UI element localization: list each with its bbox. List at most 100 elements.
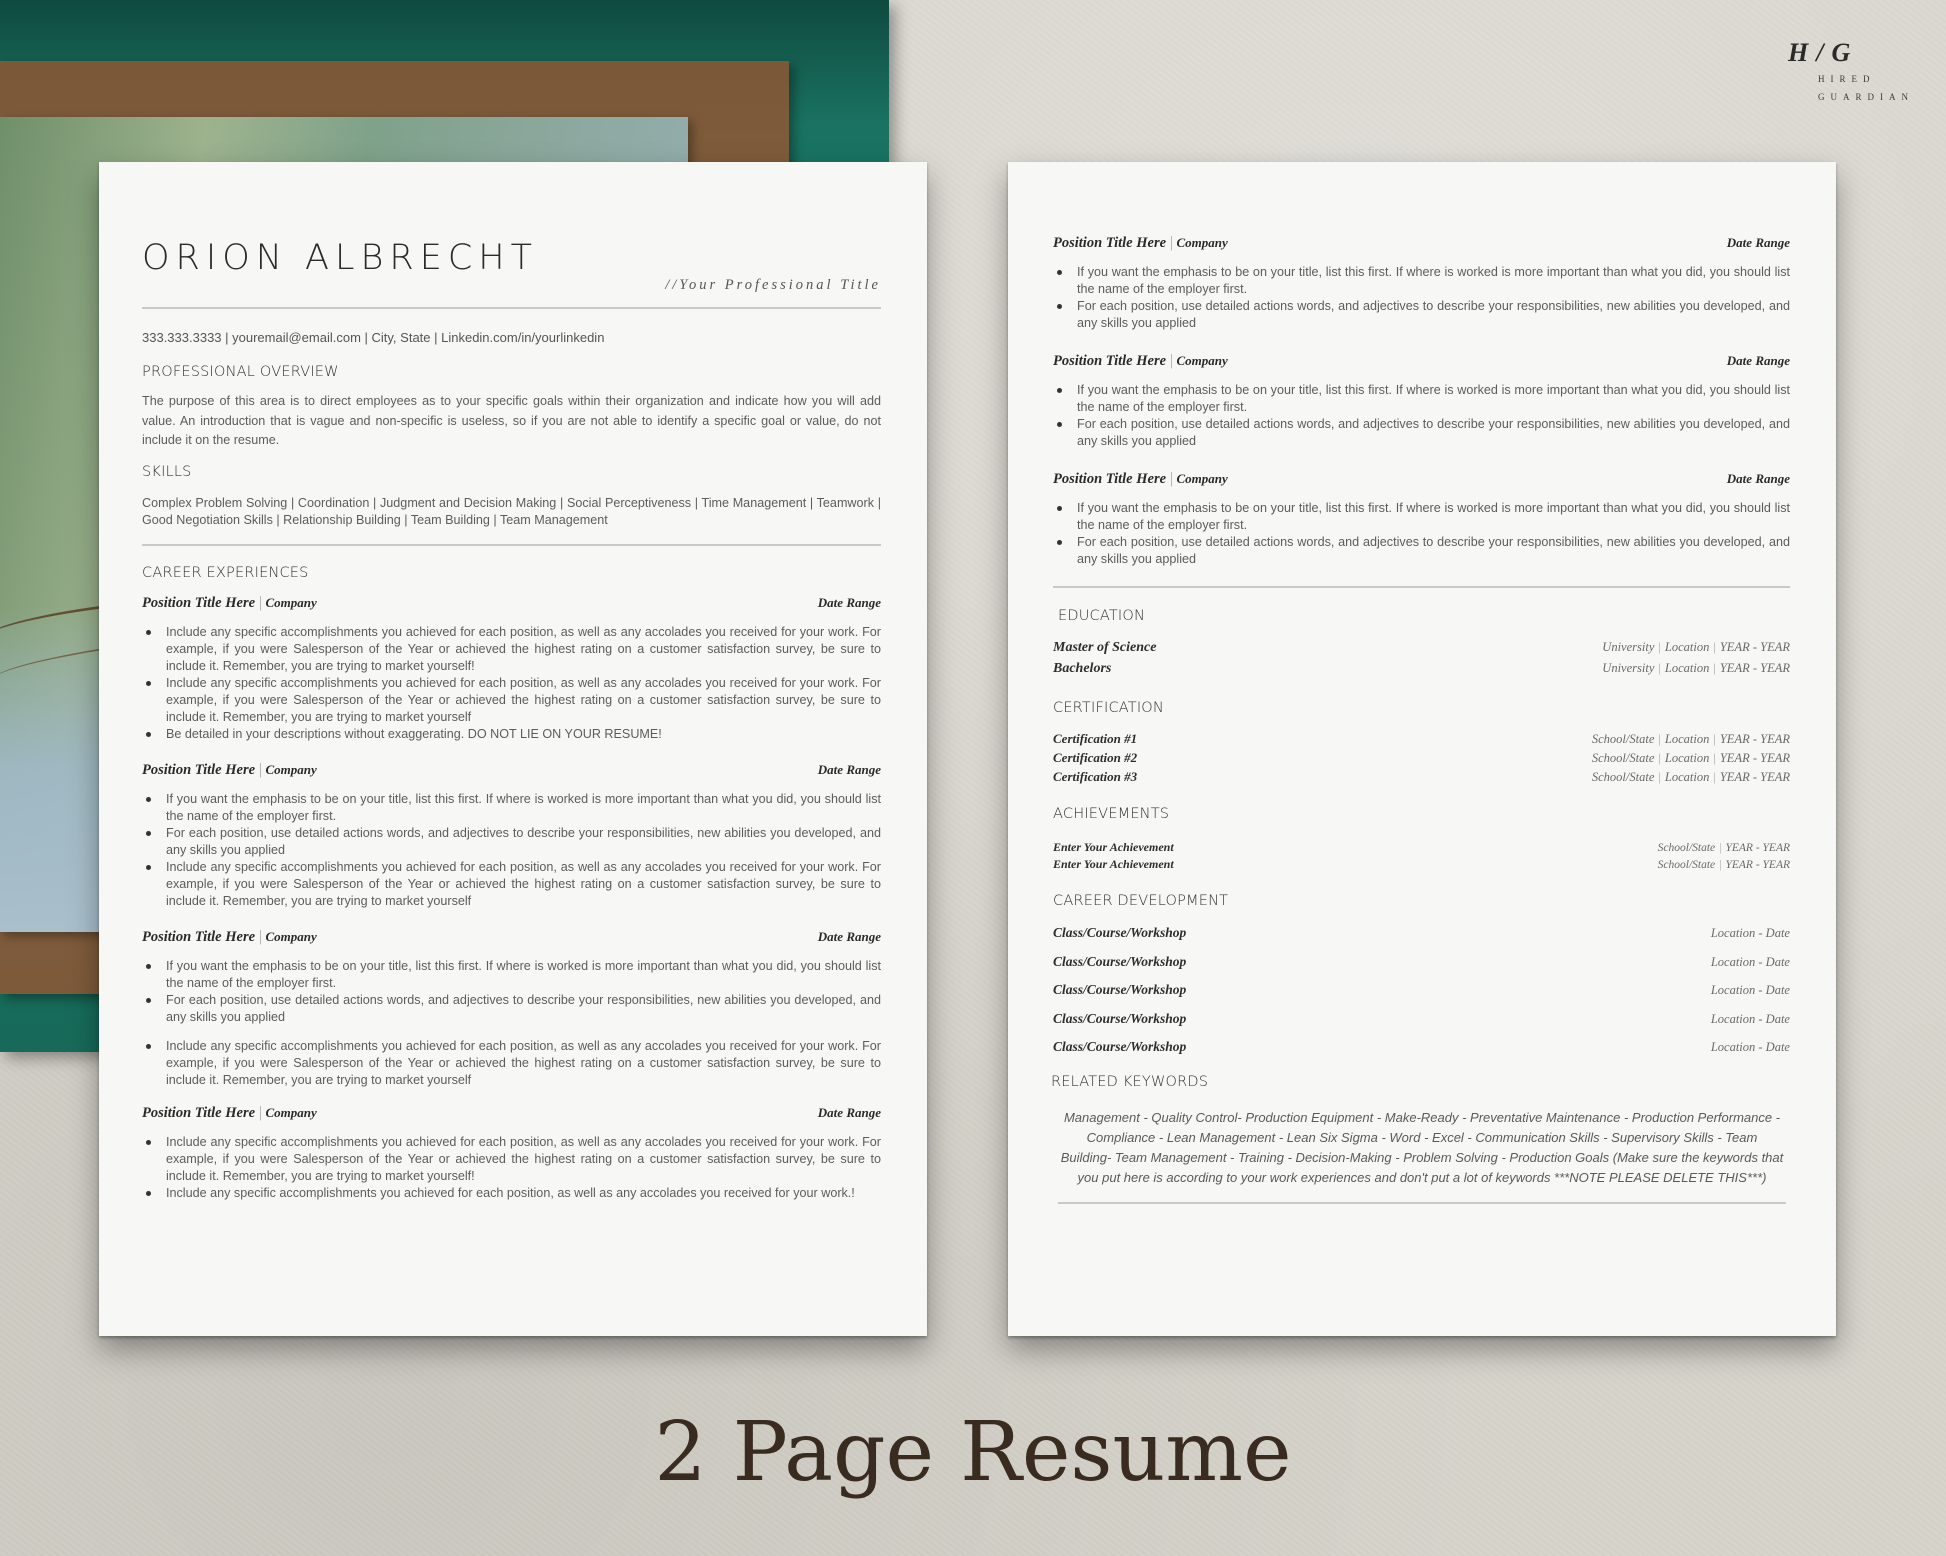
course-name: Class/Course/Workshop [1053,982,1187,997]
job-bullet: For each position, use detailed actions … [1053,298,1790,332]
certification-item: Certification #1 School/State | Location | Y… [1053,731,1790,746]
job-title: Position Title Here [1053,471,1167,487]
school-name: University [1602,640,1655,654]
logo-monogram: H/G [1788,38,1859,67]
job-header: Position Title Here | Company Date Range [142,761,881,778]
cert-location: Location [1664,770,1710,784]
job-bullet: If you want the emphasis to be on your t… [142,791,881,825]
resume-page-2: Position Title Here | Company Date Range I… [1008,162,1836,1336]
job-header: Position Title Here | Company Date Range [1053,234,1790,251]
certification-name: Certification #1 [1053,731,1138,746]
job-title: Position Title Here [142,762,256,778]
job-bullet: If you want the emphasis to be on your t… [1053,500,1790,534]
job-bullets: If you want the emphasis to be on your t… [1053,500,1790,568]
job-header: Position Title Here | Company Date Range [142,1104,881,1121]
logo-text-guardian: GUARDIAN [1818,92,1914,102]
course-detail: Location - Date [1710,1040,1790,1054]
job-company: Company [265,595,317,610]
job-company: Company [1176,235,1228,250]
skills-divider [142,544,881,546]
job-bullet: For each position, use detailed actions … [1053,534,1790,568]
achievements-list: Enter Your Achievement School/State | YEAR… [1053,840,1790,874]
overview-heading: PROFESSIONAL OVERVIEW [142,364,339,380]
certification-heading: CERTIFICATION [1053,700,1164,716]
cert-school: School/State [1591,770,1655,784]
header-divider [142,307,881,309]
keywords-text: Management - Quality Control- Production… [1060,1110,1784,1185]
job-entry: Position Title Here | Company Date Range I… [1053,234,1790,332]
contact-line: 333.333.3333 | youremail@email.com | Cit… [142,330,605,345]
experience-divider [1053,586,1790,588]
course-item: Class/Course/Workshop Location - Date [1053,1011,1790,1040]
job-date: Date Range [1726,235,1790,250]
career-heading: CAREER EXPERIENCES [142,565,309,581]
education-item: Master of Science University | Location | YE… [1053,640,1790,655]
certification-item: Certification #3 School/State | Location | Y… [1053,769,1790,784]
job-bullet: For each position, use detailed actions … [142,825,881,859]
job-title: Position Title Here [1053,235,1167,251]
job-bullet: Be detailed in your descriptions without… [142,726,881,743]
course-detail: Location - Date [1710,983,1790,997]
overview-text: The purpose of this area is to direct em… [142,394,881,447]
job-entry: Position Title Here | Company Date Range I… [142,761,881,910]
job-bullet: Include any specific accomplishments you… [142,624,881,675]
courses-list: Class/Course/Workshop Location - Date Cl… [1053,925,1790,1068]
achievement-name: Enter Your Achievement [1053,840,1174,854]
cert-years: YEAR - YEAR [1719,732,1790,746]
certification-item: Certification #2 School/State | Location | Y… [1053,750,1790,765]
achievements-heading: ACHIEVEMENTS [1053,806,1170,822]
degree-name: Master of Science [1053,640,1157,655]
job-company: Company [1176,471,1228,486]
school-location: Location [1664,640,1710,654]
job-date: Date Range [817,1105,881,1120]
job-header: Position Title Here | Company Date Range [1053,470,1790,487]
course-item: Class/Course/Workshop Location - Date [1053,954,1790,983]
job-header: Position Title Here | Company Date Range [142,928,881,945]
course-name: Class/Course/Workshop [1053,1010,1187,1026]
job-bullets: If you want the emphasis to be on your t… [1053,264,1790,332]
education-list: Master of Science University | Location | YE… [1053,640,1790,682]
job-company: Company [265,1105,317,1120]
job-bullet: Include any specific accomplishments you… [142,1038,881,1089]
cert-years: YEAR - YEAR [1719,751,1790,765]
course-detail: Location - Date [1710,1011,1790,1026]
job-entry: Position Title Here | Company Date Range I… [142,1104,881,1202]
job-date: Date Range [817,929,881,944]
achievement-school: School/State [1657,842,1716,854]
skills-text: Complex Problem Solving | Coordination |… [142,496,881,527]
job-header: Position Title Here | Company Date Range [1053,352,1790,369]
candidate-name: ORION ALBRECHT [142,238,538,278]
achievement-school: School/State [1657,859,1716,871]
job-bullet: For each position, use detailed actions … [1053,416,1790,450]
job-company: Company [265,762,317,777]
keywords-heading: RELATED KEYWORDS [1051,1074,1209,1090]
cert-location: Location [1664,732,1710,746]
career-development-heading: CAREER DEVELOPMENT [1053,893,1229,909]
certification-name: Certification #3 [1053,769,1138,784]
course-name: Class/Course/Workshop [1053,1039,1187,1054]
cert-location: Location [1664,751,1710,765]
job-bullet: Include any specific accomplishments you… [142,859,881,910]
cert-school: School/State [1591,732,1655,746]
job-company: Company [265,929,317,944]
job-date: Date Range [817,762,881,777]
achievement-years: YEAR - YEAR [1725,842,1790,854]
job-bullet: Include any specific accomplishments you… [142,1185,881,1202]
resume-page-1: ORION ALBRECHT //Your Professional Title… [99,162,927,1336]
job-bullets: If you want the emphasis to be on your t… [142,958,881,1089]
course-name: Class/Course/Workshop [1053,925,1187,940]
job-entry: Position Title Here | Company Date Range I… [142,594,881,743]
job-bullet: For each position, use detailed actions … [142,992,881,1026]
job-bullet: Include any specific accomplishments you… [142,1134,881,1185]
degree-name: Bachelors [1053,661,1112,676]
job-header: Position Title Here | Company Date Range [142,594,881,611]
achievement-item: Enter Your Achievement School/State | YEAR… [1053,840,1790,854]
job-title: Position Title Here [142,929,256,945]
job-bullet: Include any specific accomplishments you… [142,675,881,726]
job-date: Date Range [1726,471,1790,486]
job-date: Date Range [817,595,881,610]
logo-text-hired: HIRED [1818,74,1876,84]
professional-title: //Your Professional Title [665,277,881,293]
course-detail: Location - Date [1710,954,1790,969]
course-item: Class/Course/Workshop Location - Date [1053,982,1790,1011]
